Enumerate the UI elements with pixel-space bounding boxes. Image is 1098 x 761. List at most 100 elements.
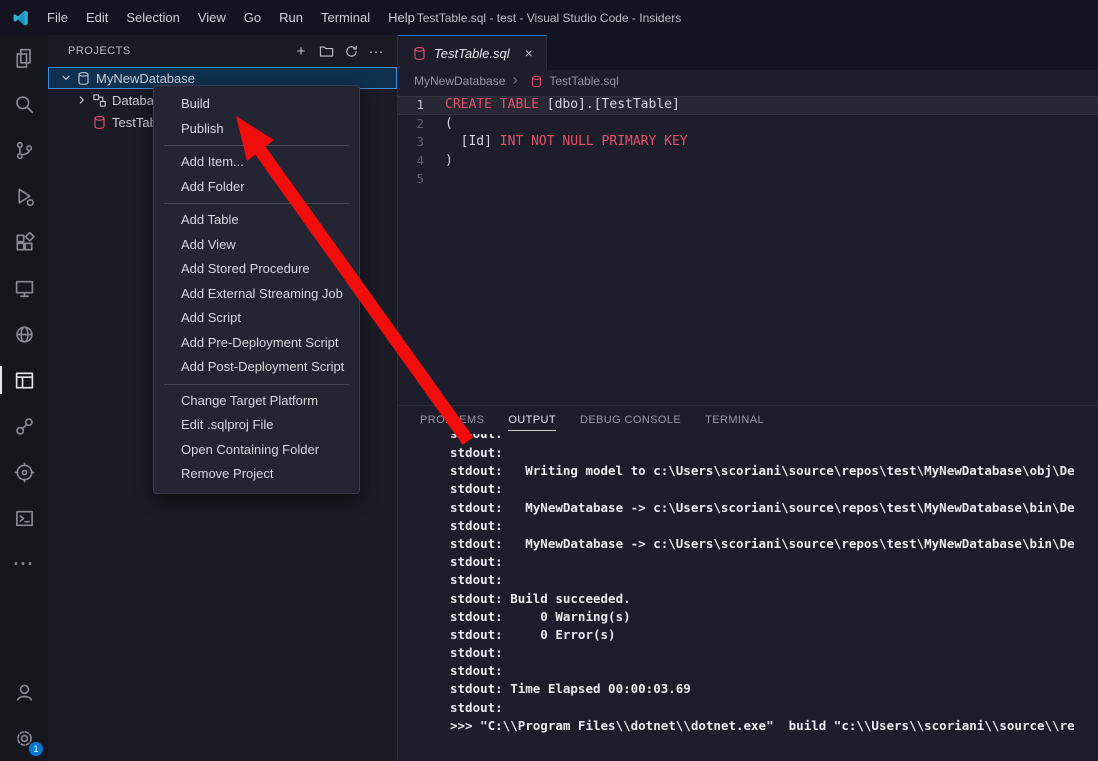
vscode-insiders-logo [12,9,30,27]
menubar: FileEditSelectionViewGoRunTerminalHelp [38,0,424,35]
breadcrumb-item-testtable-sql[interactable]: TestTable.sql [549,74,618,88]
context-menu-item-build[interactable]: Build [154,92,359,117]
context-menu-item-change-target-platform[interactable]: Change Target Platform [154,389,359,414]
context-menu-item-add-view[interactable]: Add View [154,233,359,258]
menu-edit[interactable]: Edit [77,0,117,35]
azure-icon[interactable] [0,449,48,495]
breadcrumb-item-mynewdatabase[interactable]: MyNewDatabase [414,74,505,88]
context-menu-item-add-item[interactable]: Add Item... [154,150,359,175]
code-text: [Id] INT NOT NULL PRIMARY KEY [445,133,688,152]
code-text: CREATE TABLE [dbo].[TestTable] [445,96,680,115]
more-views-icon[interactable]: ··· [0,541,48,587]
output-line-clipped: stdout: [450,434,1098,443]
activity-bar: ··· 1 [0,35,48,761]
context-menu-item-add-script[interactable]: Add Script [154,306,359,331]
output-line: stdout: MyNewDatabase -> c:\Users\scoria… [450,499,1098,517]
context-menu-item-add-external-streaming-job[interactable]: Add External Streaming Job [154,282,359,307]
code-text: ( [445,115,453,134]
context-menu-item-add-post-deployment-script[interactable]: Add Post-Deployment Script [154,355,359,380]
panel-tab-output[interactable]: OUTPUT [508,406,556,434]
database-projects-icon[interactable] [0,357,48,403]
settings-badge: 1 [29,742,43,756]
menu-separator [164,384,349,385]
menu-help[interactable]: Help [379,0,424,35]
context-menu-item-remove-project[interactable]: Remove Project [154,462,359,487]
title-bar: FileEditSelectionViewGoRunTerminalHelp T… [0,0,1098,35]
context-menu-item-add-table[interactable]: Add Table [154,208,359,233]
output-line: stdout: [450,517,1098,535]
output-content[interactable]: stdout:stdout:stdout: Writing model to c… [398,434,1098,761]
output-line: stdout: [450,571,1098,589]
database-red-icon [410,45,428,61]
panel-tabs: PROBLEMS OUTPUT DEBUG CONSOLE TERMINAL [398,406,1098,434]
output-line: stdout: Writing model to c:\Users\scoria… [450,462,1098,480]
accounts-icon[interactable] [0,669,48,715]
code-line-4[interactable]: 4) [398,152,1098,171]
output-line: stdout: [450,644,1098,662]
code-line-5[interactable]: 5 [398,170,1098,189]
chevron-down-icon[interactable] [58,70,74,86]
chevron-spacer [74,114,90,130]
run-debug-icon[interactable] [0,173,48,219]
explorer-icon[interactable] [0,35,48,81]
output-line: stdout: 0 Warning(s) [450,608,1098,626]
context-menu-item-open-containing-folder[interactable]: Open Containing Folder [154,438,359,463]
settings-gear-icon[interactable]: 1 [0,715,48,761]
sidebar-header: PROJECTS + ··· [48,35,397,67]
menu-view[interactable]: View [189,0,235,35]
output-line: >>> "C:\\Program Files\\dotnet\\dotnet.e… [450,717,1098,735]
connections-icon[interactable] [0,403,48,449]
open-project-icon[interactable] [315,40,337,62]
panel-tab-terminal[interactable]: TERMINAL [705,406,764,434]
output-line: stdout: [450,662,1098,680]
tab-close-icon[interactable]: × [520,45,538,61]
line-number: 5 [398,170,445,189]
context-menu-item-add-stored-procedure[interactable]: Add Stored Procedure [154,257,359,282]
panel-tab-debug-console[interactable]: DEBUG CONSOLE [580,406,681,434]
menu-separator [164,203,349,204]
code-text: ) [445,152,453,171]
menu-file[interactable]: File [38,0,77,35]
menu-go[interactable]: Go [235,0,270,35]
editor-tab-bar: TestTable.sql × [398,35,1098,70]
bottom-panel: PROBLEMS OUTPUT DEBUG CONSOLE TERMINAL stdo… [398,405,1098,761]
code-line-3[interactable]: 3 [Id] INT NOT NULL PRIMARY KEY [398,133,1098,152]
line-number: 3 [398,133,445,152]
source-control-icon[interactable] [0,127,48,173]
output-line: stdout: MyNewDatabase -> c:\Users\scoria… [450,535,1098,553]
output-line: stdout: [450,480,1098,498]
menu-selection[interactable]: Selection [117,0,188,35]
context-menu-item-add-folder[interactable]: Add Folder [154,175,359,200]
add-project-icon[interactable]: + [290,40,312,62]
menu-terminal[interactable]: Terminal [312,0,379,35]
more-actions-icon[interactable]: ··· [365,40,387,62]
database-red-icon [527,73,545,89]
search-icon[interactable] [0,81,48,127]
reference-icon [90,92,108,108]
tab-label: TestTable.sql [434,46,510,61]
output-line: stdout: Time Elapsed 00:00:03.69 [450,680,1098,698]
tab-testtable-sql[interactable]: TestTable.sql × [398,35,547,70]
breadcrumb: MyNewDatabase TestTable.sql [398,70,1098,92]
live-preview-globe-icon[interactable] [0,311,48,357]
panel-tab-problems[interactable]: PROBLEMS [420,406,484,434]
remote-explorer-icon[interactable] [0,265,48,311]
menu-run[interactable]: Run [270,0,312,35]
code-line-2[interactable]: 2( [398,115,1098,134]
code-line-1[interactable]: 1CREATE TABLE [dbo].[TestTable] [398,96,1098,115]
code-area[interactable]: 1CREATE TABLE [dbo].[TestTable]2(3 [Id] … [398,92,1098,405]
output-line: stdout: [450,699,1098,717]
breadcrumb-chevron-icon [509,74,523,88]
menu-separator [164,145,349,146]
context-menu-item-edit-sqlproj-file[interactable]: Edit .sqlproj File [154,413,359,438]
line-number: 1 [398,96,445,115]
activity-bar-bottom: 1 [0,669,48,761]
refresh-icon[interactable] [340,40,362,62]
output-line: stdout: [450,553,1098,571]
context-menu-item-add-pre-deployment-script[interactable]: Add Pre-Deployment Script [154,331,359,356]
chevron-right-icon[interactable] [74,92,90,108]
line-number: 2 [398,115,445,134]
extensions-icon[interactable] [0,219,48,265]
console-icon[interactable] [0,495,48,541]
context-menu-item-publish[interactable]: Publish [154,117,359,142]
